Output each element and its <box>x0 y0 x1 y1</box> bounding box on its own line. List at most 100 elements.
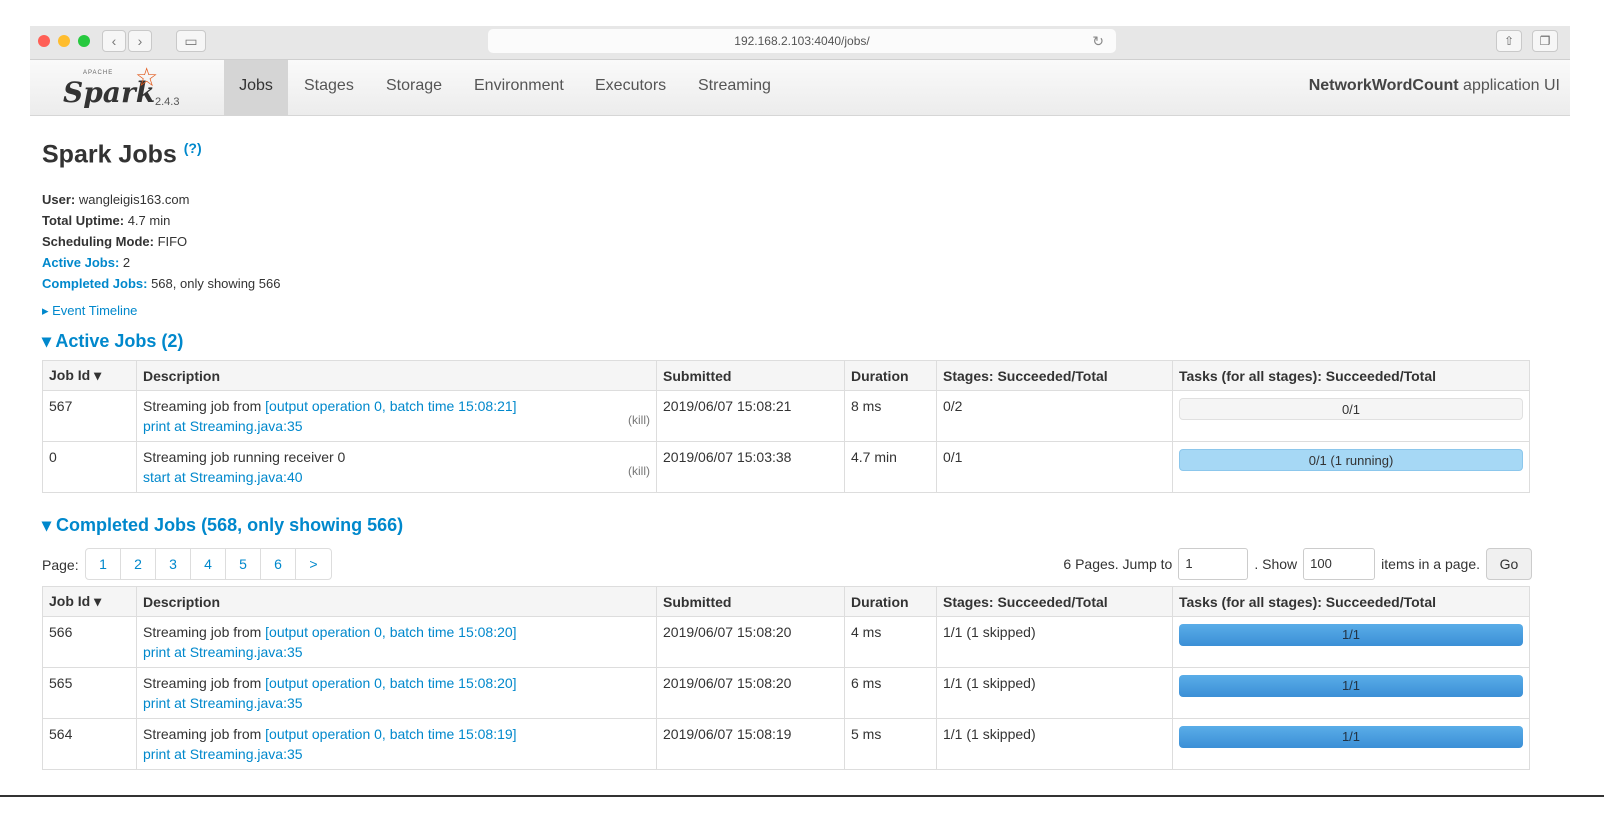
minimize-window-button[interactable] <box>58 35 70 47</box>
callsite-link[interactable]: print at Streaming.java:35 <box>143 695 303 711</box>
callsite-link[interactable]: print at Streaming.java:35 <box>143 746 303 762</box>
col-submitted[interactable]: Submitted <box>656 586 845 618</box>
batch-link[interactable]: [output operation 0, batch time 15:08:20… <box>265 624 516 640</box>
url-text: 192.168.2.103:4040/jobs/ <box>734 34 870 48</box>
back-button[interactable]: ‹ <box>102 30 126 52</box>
callsite-link[interactable]: print at Streaming.java:35 <box>143 644 303 660</box>
active-jobs-header[interactable]: ▾ Active Jobs (2) <box>42 331 1532 352</box>
page-size-input[interactable]: 100 <box>1303 548 1376 581</box>
event-timeline-toggle[interactable]: ▸ Event Timeline <box>42 303 1532 319</box>
job-submitted: 2019/06/07 15:08:21 <box>656 390 845 443</box>
page-link-6[interactable]: 6 <box>261 549 296 580</box>
col-description[interactable]: Description <box>136 360 657 392</box>
page-links: 1 2 3 4 5 6 > <box>85 548 332 581</box>
active-jobs-link[interactable]: Active Jobs: <box>42 255 119 270</box>
user-label: User: <box>42 192 76 208</box>
batch-link[interactable]: [output operation 0, batch time 15:08:19… <box>265 726 516 742</box>
job-summary: User: wangleigis163.com Total Uptime: 4.… <box>42 189 1532 294</box>
callsite-link[interactable]: print at Streaming.java:35 <box>143 418 303 434</box>
job-stages: 1/1 (1 skipped) <box>936 616 1173 669</box>
sidebar-toggle-icon[interactable]: ▭ <box>176 30 206 52</box>
job-id: 566 <box>42 616 137 669</box>
job-id: 564 <box>42 718 137 771</box>
job-duration: 4 ms <box>844 616 937 669</box>
job-duration: 6 ms <box>844 667 937 720</box>
tab-stages[interactable]: Stages <box>304 60 354 116</box>
forward-button[interactable]: › <box>128 30 152 52</box>
user-value: wangleigis163.com <box>75 192 190 208</box>
job-tasks: 0/1 (1 running) <box>1172 441 1530 494</box>
page-link-1[interactable]: 1 <box>86 549 121 580</box>
active-jobs-title: Active Jobs (2) <box>55 331 184 352</box>
table-header-row: Job Id ▾ Description Submitted Duration … <box>42 360 1530 392</box>
col-duration[interactable]: Duration <box>844 360 937 392</box>
tab-environment[interactable]: Environment <box>474 60 564 116</box>
table-row: 567 (kill) Streaming job from [output ope… <box>42 390 1530 443</box>
task-progress-bar: 1/1 <box>1179 675 1523 698</box>
batch-link[interactable]: [output operation 0, batch time 15:08:20… <box>265 675 516 691</box>
page-title: Spark Jobs (?) <box>42 140 1532 169</box>
col-description[interactable]: Description <box>136 586 657 618</box>
show-label: . Show <box>1254 556 1298 573</box>
tab-jobs[interactable]: Jobs <box>224 60 288 116</box>
active-jobs-count: 2 <box>119 255 131 271</box>
mode-label: Scheduling Mode: <box>42 234 154 250</box>
tab-streaming[interactable]: Streaming <box>698 60 771 116</box>
spark-navbar: APACHE Spark ☆ 2.4.3 Jobs Stages Storage… <box>30 60 1570 116</box>
close-window-button[interactable] <box>38 35 50 47</box>
col-tasks[interactable]: Tasks (for all stages): Succeeded/Total <box>1172 586 1530 618</box>
go-button[interactable]: Go <box>1486 548 1532 581</box>
completed-jobs-table: Job Id ▾ Description Submitted Duration … <box>42 586 1530 771</box>
completed-jobs-header[interactable]: ▾ Completed Jobs (568, only showing 566) <box>42 515 1532 536</box>
table-header-row: Job Id ▾ Description Submitted Duration … <box>42 586 1530 618</box>
kill-link[interactable]: (kill) <box>628 410 650 430</box>
table-row: 565 Streaming job from [output operation… <box>42 667 1530 720</box>
job-id: 567 <box>42 390 137 443</box>
page-link-4[interactable]: 4 <box>191 549 226 580</box>
browser-toolbar: ‹ › ▭ 192.168.2.103:4040/jobs/ ↻ ⇧ ❐ <box>30 26 1570 60</box>
job-description: Streaming job from [output operation 0, … <box>136 667 657 720</box>
batch-link[interactable]: [output operation 0, batch time 15:08:21… <box>265 398 516 414</box>
page-next[interactable]: > <box>296 549 331 579</box>
page-link-2[interactable]: 2 <box>121 549 156 580</box>
col-job-id[interactable]: Job Id ▾ <box>42 360 137 392</box>
reload-icon[interactable]: ↻ <box>1092 29 1104 53</box>
col-stages[interactable]: Stages: Succeeded/Total <box>936 586 1173 618</box>
job-description: (kill) Streaming job running receiver 0 st… <box>136 441 657 494</box>
kill-link[interactable]: (kill) <box>628 461 650 481</box>
job-tasks: 1/1 <box>1172 667 1530 720</box>
jump-page-input[interactable]: 1 <box>1178 548 1249 581</box>
col-submitted[interactable]: Submitted <box>656 360 845 392</box>
page-controls: 6 Pages. Jump to 1 . Show 100 items in a… <box>1063 548 1532 581</box>
job-duration: 5 ms <box>844 718 937 771</box>
tabs-icon[interactable]: ❐ <box>1532 30 1558 52</box>
job-duration: 4.7 min <box>844 441 937 494</box>
page-link-3[interactable]: 3 <box>156 549 191 580</box>
col-stages[interactable]: Stages: Succeeded/Total <box>936 360 1173 392</box>
col-duration[interactable]: Duration <box>844 586 937 618</box>
job-tasks: 1/1 <box>1172 718 1530 771</box>
col-tasks[interactable]: Tasks (for all stages): Succeeded/Total <box>1172 360 1530 392</box>
tab-storage[interactable]: Storage <box>386 60 442 116</box>
items-label: items in a page. <box>1381 556 1480 573</box>
page-link-5[interactable]: 5 <box>226 549 261 580</box>
completed-jobs-count: 568, only showing 566 <box>147 276 281 292</box>
callsite-link[interactable]: start at Streaming.java:40 <box>143 469 303 485</box>
event-timeline-label: Event Timeline <box>52 303 138 319</box>
completed-jobs-link[interactable]: Completed Jobs: <box>42 276 147 291</box>
task-progress-bar: 0/1 (1 running) <box>1179 449 1523 472</box>
address-bar[interactable]: 192.168.2.103:4040/jobs/ ↻ <box>488 29 1116 53</box>
uptime-label: Total Uptime: <box>42 213 125 229</box>
help-link[interactable]: (?) <box>184 140 202 156</box>
col-job-id[interactable]: Job Id ▾ <box>42 586 137 618</box>
task-progress-bar: 1/1 <box>1179 624 1523 647</box>
tab-executors[interactable]: Executors <box>595 60 666 116</box>
desc-text: Streaming job from <box>143 675 266 692</box>
pagination: Page: 1 2 3 4 5 6 > 6 Pages. Jump to 1 .… <box>42 548 1532 586</box>
job-submitted: 2019/06/07 15:08:19 <box>656 718 845 771</box>
share-icon[interactable]: ⇧ <box>1496 30 1522 52</box>
spark-logo[interactable]: APACHE Spark ☆ 2.4.3 <box>63 62 193 109</box>
app-name: NetworkWordCount application UI <box>1309 60 1560 112</box>
zoom-window-button[interactable] <box>78 35 90 47</box>
main-content: Spark Jobs (?) User: wangleigis163.com T… <box>42 140 1532 771</box>
